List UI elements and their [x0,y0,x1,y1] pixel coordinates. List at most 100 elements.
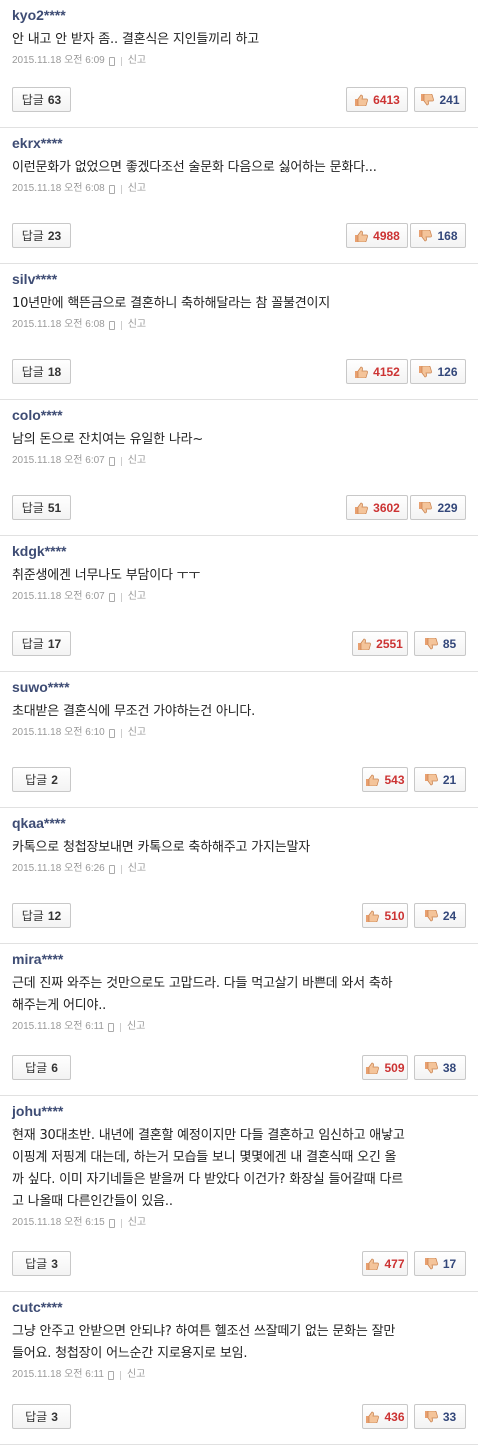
like-count: 4152 [373,364,400,379]
report-link[interactable]: 신고 [128,183,146,195]
reply-button[interactable]: 답글 51 [12,495,71,520]
comment-actions: 답글 51 3602 229 [12,495,466,520]
comment-text: 안 내고 안 받자 좀.. 결혼식은 지인들끼리 하고 [12,29,466,51]
comment-date: 2015.11.18 오전 6:08 [12,319,105,330]
like-button[interactable]: 4988 [346,223,408,248]
like-count: 510 [384,908,405,923]
report-link[interactable]: 신고 [128,55,146,67]
comment-text-line: 그냥 안주고 안받으면 안되냐? 하여튼 헬조선 쓰잘떼기 없는 문화는 잘만 [12,1324,396,1339]
dislike-button[interactable]: 33 [414,1404,466,1429]
thumbs-up-icon [365,1062,380,1074]
like-button[interactable]: 543 [362,767,408,792]
comment-username[interactable]: kdgk**** [12,536,466,559]
dislike-count: 21 [442,772,457,787]
comment-username[interactable]: silv**** [12,264,466,287]
comment-username[interactable]: colo**** [12,400,466,423]
comment-text-line: 근데 진짜 와주는 것만으로도 고맙드라. 다들 먹고살기 바쁜데 와서 축하 [12,976,393,991]
dislike-button[interactable]: 229 [410,495,466,520]
mobile-phone-icon [107,1370,114,1380]
reply-button[interactable]: 답글 3 [12,1251,71,1276]
like-button[interactable]: 477 [362,1251,408,1276]
dislike-button[interactable]: 85 [414,631,466,656]
like-button[interactable]: 510 [362,903,408,928]
comment-username[interactable]: mira**** [12,944,466,967]
comment-username[interactable]: suwo**** [12,672,466,695]
comment-text: 취준생에겐 너무나도 부담이다 ㅜㅜ [12,565,466,587]
like-button[interactable]: 436 [362,1404,408,1429]
comment-item: cutc**** 그냥 안주고 안받으면 안되냐? 하여튼 헬조선 쓰잘떼기 없는… [0,1292,478,1445]
divider [120,728,122,738]
divider [120,592,122,602]
like-button[interactable]: 6413 [346,87,408,112]
divider [120,456,122,466]
comment-actions: 답글 23 4988 168 [12,223,466,248]
comment-item: qkaa**** 카톡으로 청첩장보내면 카톡으로 축하해주고 가지는말자 201… [0,808,478,944]
thumbs-up-icon [365,1411,380,1423]
like-button[interactable]: 4152 [346,359,408,384]
dislike-button[interactable]: 126 [410,359,466,384]
comment-actions: 답글 63 6413 241 [12,87,466,112]
dislike-count: 168 [437,228,458,243]
dislike-button[interactable]: 21 [414,767,466,792]
comment-username[interactable]: cutc**** [12,1292,466,1315]
reply-button[interactable]: 답글 18 [12,359,71,384]
report-link[interactable]: 신고 [127,1021,145,1033]
divider [120,184,122,194]
reply-count: 2 [51,772,58,787]
report-link[interactable]: 신고 [128,727,146,739]
reply-button[interactable]: 답글 17 [12,631,71,656]
comment-username[interactable]: ekrx**** [12,128,466,151]
comment-username[interactable]: johu**** [12,1096,466,1119]
like-button[interactable]: 509 [362,1055,408,1080]
divider [120,864,122,874]
thumbs-down-icon [424,1410,438,1423]
report-link[interactable]: 신고 [128,863,146,875]
reply-button[interactable]: 답글 23 [12,223,71,248]
report-link[interactable]: 신고 [127,1369,145,1381]
reply-label: 답글 [21,365,44,379]
comment-date: 2015.11.18 오전 6:26 [12,863,105,874]
reply-button[interactable]: 답글 12 [12,903,71,928]
dislike-button[interactable]: 168 [410,223,466,248]
comment-username[interactable]: kyo2**** [12,0,466,23]
comment-date: 2015.11.18 오전 6:10 [12,727,105,738]
comment-text-line: 고 나올때 다른인간들이 있음.. [12,1194,173,1209]
comment-text: 근데 진짜 와주는 것만으로도 고맙드라. 다들 먹고살기 바쁜데 와서 축하 해… [12,973,466,1017]
reply-button[interactable]: 답글 63 [12,87,71,112]
comment-username[interactable]: qkaa**** [12,808,466,831]
comment-text-line: 까 싶다. 이미 자기네들은 받을꺼 다 받았다 이건가? 화장실 들어갈때 다… [12,1172,403,1187]
report-link[interactable]: 신고 [128,591,146,603]
reply-button[interactable]: 답글 3 [12,1404,71,1429]
comment-item: suwo**** 초대받은 결혼식에 무조건 가야하는건 아니다. 2015.11… [0,672,478,808]
comment-meta: 2015.11.18 오전 6:08 신고 [12,319,466,331]
report-link[interactable]: 신고 [128,319,146,331]
comment-list: kyo2**** 안 내고 안 받자 좀.. 결혼식은 지인들끼리 하고 2015… [0,0,478,1445]
comment-meta: 2015.11.18 오전 6:15 신고 [12,1217,466,1229]
thumbs-up-icon [365,774,380,786]
comment-date: 2015.11.18 오전 6:15 [12,1217,105,1228]
dislike-button[interactable]: 38 [414,1055,466,1080]
comment-text: 현재 30대초반. 내년에 결혼할 예정이지만 다들 결혼하고 임신하고 애낳고… [12,1125,466,1213]
report-link[interactable]: 신고 [128,455,146,467]
dislike-button[interactable]: 17 [414,1251,466,1276]
reply-button[interactable]: 답글 6 [12,1055,71,1080]
thumbs-down-icon [424,773,438,786]
report-link[interactable]: 신고 [128,1217,146,1229]
comment-date: 2015.11.18 오전 6:07 [12,455,105,466]
dislike-button[interactable]: 24 [414,903,466,928]
dislike-count: 126 [437,364,458,379]
comment-actions: 답글 2 543 21 [12,767,466,792]
mobile-phone-icon [108,56,115,66]
reply-button[interactable]: 답글 2 [12,767,71,792]
mobile-phone-icon [108,728,115,738]
like-button[interactable]: 3602 [346,495,408,520]
thumbs-up-icon [365,910,380,922]
thumbs-up-icon [354,502,369,514]
like-button[interactable]: 2551 [352,631,408,656]
reply-label: 답글 [25,1061,48,1075]
dislike-button[interactable]: 241 [414,87,466,112]
comment-actions: 답글 17 2551 85 [12,631,466,656]
reply-count: 18 [47,364,62,379]
reply-count: 51 [47,500,62,515]
divider [119,1370,121,1380]
